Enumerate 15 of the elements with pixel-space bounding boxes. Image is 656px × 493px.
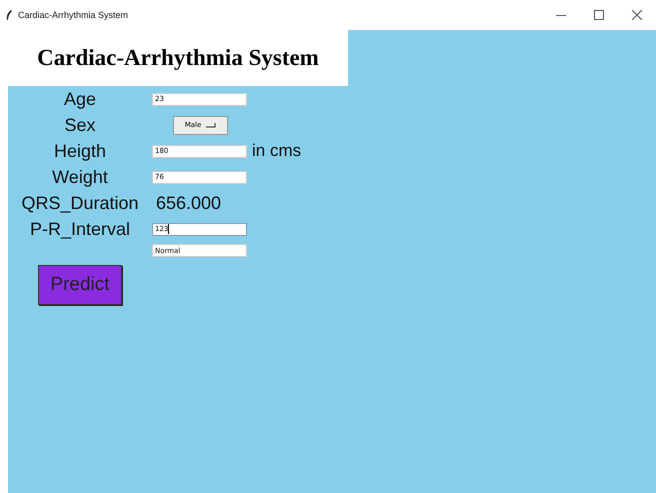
field-label: Heigth — [52, 140, 108, 163]
unit-label: in cms — [252, 141, 302, 161]
maximize-icon — [594, 10, 604, 20]
window-title: Cardiac-Arrhythmia System — [18, 10, 128, 20]
field-label: Age — [62, 88, 98, 111]
minimize-icon — [556, 14, 566, 16]
field-label: Weight — [51, 166, 109, 189]
close-icon — [632, 10, 642, 20]
dropdown-indicator-icon — [206, 122, 216, 128]
feather-icon — [6, 10, 12, 20]
value-readout: 656.000 — [156, 192, 222, 214]
field-label: Sex — [63, 114, 97, 137]
field-label: QRS_Duration — [20, 192, 140, 215]
app-heading: Cardiac-Arrhythmia System — [37, 45, 319, 71]
field-label: P-R_Interval — [28, 218, 132, 241]
